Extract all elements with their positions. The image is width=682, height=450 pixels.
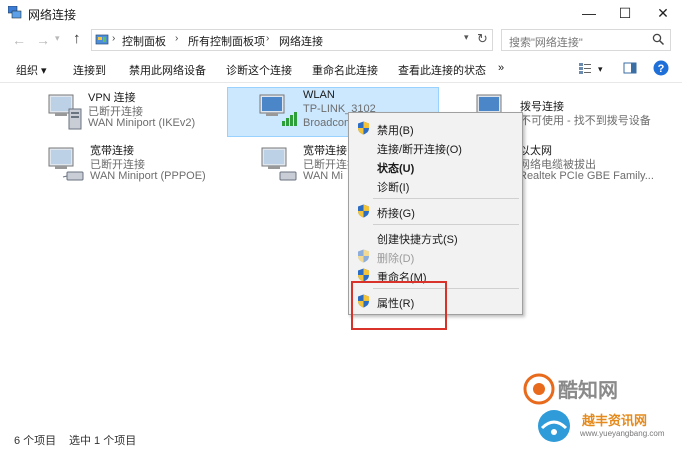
breadcrumb-separator-icon: ›	[266, 33, 270, 44]
command-bar: 组织 ▾ 连接到 禁用此网络设备 诊断这个连接 重命名此连接 查看此连接的状态 …	[0, 57, 682, 83]
menu-label: 创建快捷方式(S)	[377, 234, 458, 246]
status-bar: 6 个项目 选中 1 个项目	[0, 426, 682, 450]
address-bar[interactable]: › 控制面板 › 所有控制面板项 › 网络连接 ▾ ↻	[91, 29, 493, 51]
rename-connection-button[interactable]: 重命名此连接	[312, 62, 378, 78]
connection-item-vpn[interactable]: VPN 连接 已断开连接 WAN Miniport (IKEv2)	[43, 89, 253, 139]
menu-label: 桥接(G)	[377, 208, 415, 220]
connection-item-broadband-2[interactable]: 宽带连接 已断开连接 WAN Mi	[258, 142, 358, 192]
view-status-button[interactable]: 查看此连接的状态	[398, 62, 486, 78]
network-connections-icon	[8, 6, 22, 19]
breadcrumb-network-connections[interactable]: 网络连接	[279, 33, 323, 49]
maximize-button[interactable]: ☐	[606, 0, 644, 26]
menu-separator	[373, 198, 519, 199]
breadcrumb-control-panel[interactable]: 控制面板	[122, 33, 166, 49]
connection-name: WLAN	[303, 89, 335, 101]
watermark-logo: 酷知网	[522, 372, 682, 412]
watermark-logo-icon	[523, 373, 555, 405]
view-options-icon[interactable]	[578, 61, 592, 75]
item-count: 6 个项目	[14, 435, 57, 447]
menu-label: 诊断(I)	[377, 182, 410, 194]
connection-status: 不可使用 - 找不到拨号设备	[520, 115, 651, 127]
diagnose-connection-button[interactable]: 诊断这个连接	[226, 62, 292, 78]
menu-label: 状态(U)	[377, 163, 415, 175]
menu-item-disable[interactable]: 禁用(B)	[349, 119, 522, 138]
refresh-icon[interactable]: ↻	[477, 31, 488, 47]
annotation-highlight-box	[351, 281, 447, 330]
title-bar: 网络连接 — ☐ ✕	[0, 0, 682, 26]
menu-item-connect-disconnect[interactable]: 连接/断开连接(O)	[349, 138, 522, 157]
menu-item-bridge[interactable]: 桥接(G)	[349, 202, 522, 221]
broadband-icon	[48, 147, 84, 181]
broadband-icon	[261, 147, 297, 181]
menu-item-delete: 删除(D)	[349, 247, 522, 266]
search-placeholder: 搜索"网络连接"	[509, 37, 583, 49]
address-row: ← → ▾ ↑ › 控制面板 › 所有控制面板项 › 网络连接 ▾ ↻ 搜索"网…	[0, 27, 682, 55]
watermark-brand: 酷知网	[558, 380, 618, 402]
forward-arrow-icon[interactable]: →	[36, 32, 50, 48]
vpn-icon	[48, 94, 82, 130]
svg-text:?: ?	[658, 63, 665, 75]
minimize-button[interactable]: —	[570, 0, 608, 26]
connection-item-broadband[interactable]: 宽带连接 已断开连接 WAN Miniport (PPPOE)	[43, 142, 253, 192]
menu-item-status[interactable]: 状态(U)	[349, 157, 522, 176]
uac-shield-icon	[358, 249, 369, 263]
organize-menu-button[interactable]: 组织 ▾	[16, 62, 47, 78]
help-icon[interactable]: ?	[653, 60, 669, 76]
search-input[interactable]: 搜索"网络连接"	[501, 29, 671, 51]
breadcrumb-separator-icon: ›	[175, 33, 179, 44]
menu-label: 连接/断开连接(O)	[377, 144, 462, 156]
preview-pane-icon[interactable]	[623, 61, 637, 75]
back-arrow-icon[interactable]: ←	[12, 32, 26, 48]
menu-item-diagnose[interactable]: 诊断(I)	[349, 176, 522, 195]
uac-shield-icon	[358, 121, 369, 135]
disable-device-button[interactable]: 禁用此网络设备	[129, 62, 206, 78]
connection-device: WAN Miniport (IKEv2)	[88, 117, 196, 129]
uac-shield-icon	[358, 268, 369, 282]
control-panel-icon	[95, 34, 109, 45]
up-arrow-icon[interactable]: ↑	[73, 30, 81, 47]
connection-device: WAN Miniport (PPPOE)	[90, 170, 206, 182]
close-button[interactable]: ✕	[644, 0, 682, 26]
more-commands-button[interactable]: »	[498, 62, 504, 74]
view-options-chevron-icon[interactable]: ▾	[598, 64, 603, 75]
address-history-chevron-icon[interactable]: ▾	[464, 32, 469, 43]
search-icon[interactable]	[652, 33, 665, 46]
selected-count: 选中 1 个项目	[69, 435, 137, 447]
connect-to-button[interactable]: 连接到	[73, 62, 106, 78]
connection-device: Broadcom	[303, 117, 354, 129]
window-title: 网络连接	[28, 8, 77, 22]
connection-device: WAN Mi	[303, 170, 343, 182]
uac-shield-icon	[358, 204, 369, 218]
menu-label: 删除(D)	[377, 253, 415, 265]
recent-locations-chevron-icon[interactable]: ▾	[55, 33, 60, 44]
menu-label: 禁用(B)	[377, 125, 414, 137]
breadcrumb-all-items[interactable]: 所有控制面板项	[188, 33, 265, 49]
wifi-icon	[259, 94, 297, 126]
breadcrumb-separator-icon: ›	[112, 33, 116, 44]
menu-item-create-shortcut[interactable]: 创建快捷方式(S)	[349, 228, 522, 247]
connection-device: Realtek PCIe GBE Family...	[519, 170, 654, 182]
menu-separator	[373, 224, 519, 225]
